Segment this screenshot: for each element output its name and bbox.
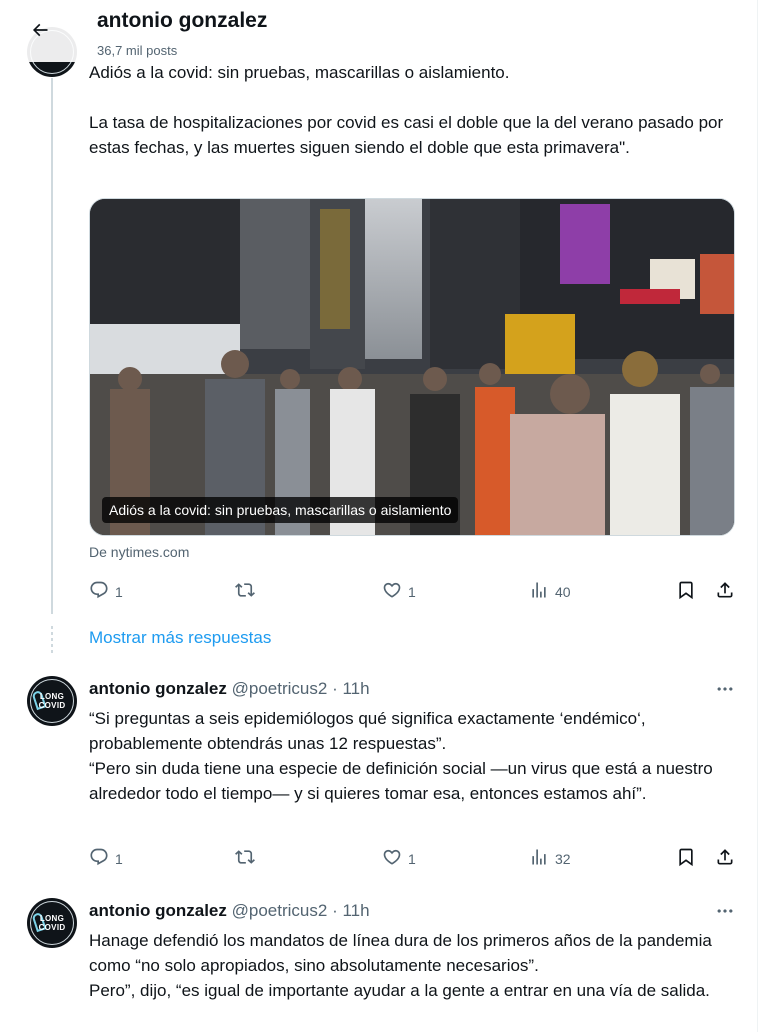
views-button[interactable]: 32 <box>529 845 571 869</box>
avatar-text-covid: COVID <box>38 923 66 932</box>
arrow-left-icon <box>32 23 48 37</box>
bookmark-button[interactable] <box>676 578 696 602</box>
thread-dots <box>51 626 53 654</box>
views-icon <box>532 582 546 598</box>
author-handle[interactable]: @poetricus2 <box>232 679 328 698</box>
post-count: 36,7 mil posts <box>97 43 178 58</box>
tweet-text: Adiós a la covid: sin pruebas, mascarill… <box>89 63 724 157</box>
reply-icon <box>90 581 108 599</box>
reply-count: 1 <box>115 851 123 867</box>
like-button[interactable]: 1 <box>382 845 416 869</box>
link-card[interactable]: Adiós a la covid: sin pruebas, mascarill… <box>89 198 735 536</box>
tweet-time[interactable]: 11h <box>342 901 369 920</box>
views-icon <box>532 849 546 865</box>
share-icon <box>717 849 733 865</box>
separator: · <box>332 679 338 698</box>
tweet-header: antonio gonzalez @poetricus2 · 11h <box>89 900 370 922</box>
avatar[interactable]: LONG COVID <box>27 676 77 726</box>
profile-header: antonio gonzalez 36,7 mil posts <box>0 0 757 62</box>
more-button[interactable] <box>713 899 737 923</box>
timeline-border <box>757 0 758 1032</box>
author-handle[interactable]: @poetricus2 <box>232 901 328 920</box>
avatar[interactable]: LONG COVID <box>27 898 77 948</box>
avatar-text-covid: COVID <box>38 701 66 710</box>
repost-button[interactable] <box>235 578 255 602</box>
heart-icon <box>383 849 401 865</box>
repost-button[interactable] <box>235 845 255 869</box>
tweet-time[interactable]: 11h <box>342 679 369 698</box>
repost-icon <box>235 850 255 864</box>
separator: · <box>332 901 338 920</box>
tweet-header: antonio gonzalez @poetricus2 · 11h <box>89 678 370 700</box>
author-name[interactable]: antonio gonzalez <box>89 901 227 920</box>
like-count: 1 <box>408 851 416 867</box>
show-more-replies-link[interactable]: Mostrar más respuestas <box>89 628 271 648</box>
bookmark-icon <box>679 581 693 600</box>
views-count: 40 <box>555 584 571 600</box>
more-icon <box>717 909 733 913</box>
avatar-text-long: LONG <box>39 692 65 701</box>
more-button[interactable] <box>713 677 737 701</box>
action-bar: 1 1 40 <box>89 578 737 602</box>
reply-icon <box>90 848 108 866</box>
avatar-text-long: LONG <box>39 914 65 923</box>
card-source[interactable]: De nytimes.com <box>89 544 189 560</box>
bookmark-button[interactable] <box>676 845 696 869</box>
tweet-text: “Si preguntas a seis epidemiólogos qué s… <box>89 709 713 803</box>
repost-icon <box>235 583 255 597</box>
news-photo <box>90 199 734 535</box>
author-name[interactable]: antonio gonzalez <box>89 679 227 698</box>
tweet-text: Hanage defendió los mandatos de línea du… <box>89 931 712 1000</box>
back-button[interactable] <box>22 12 58 48</box>
header-title: antonio gonzalez <box>97 9 268 32</box>
reply-button[interactable]: 1 <box>89 845 123 869</box>
share-button[interactable] <box>715 578 735 602</box>
reply-count: 1 <box>115 584 123 600</box>
action-bar: 1 1 32 <box>89 845 737 869</box>
like-button[interactable]: 1 <box>382 578 416 602</box>
share-button[interactable] <box>715 845 735 869</box>
reply-button[interactable]: 1 <box>89 578 123 602</box>
card-caption: Adiós a la covid: sin pruebas, mascarill… <box>102 497 459 523</box>
heart-icon <box>383 582 401 598</box>
share-icon <box>717 582 733 598</box>
bookmark-icon <box>679 848 693 867</box>
thread-line <box>51 78 53 614</box>
views-count: 32 <box>555 851 571 867</box>
views-button[interactable]: 40 <box>529 578 571 602</box>
like-count: 1 <box>408 584 416 600</box>
more-icon <box>717 687 733 691</box>
